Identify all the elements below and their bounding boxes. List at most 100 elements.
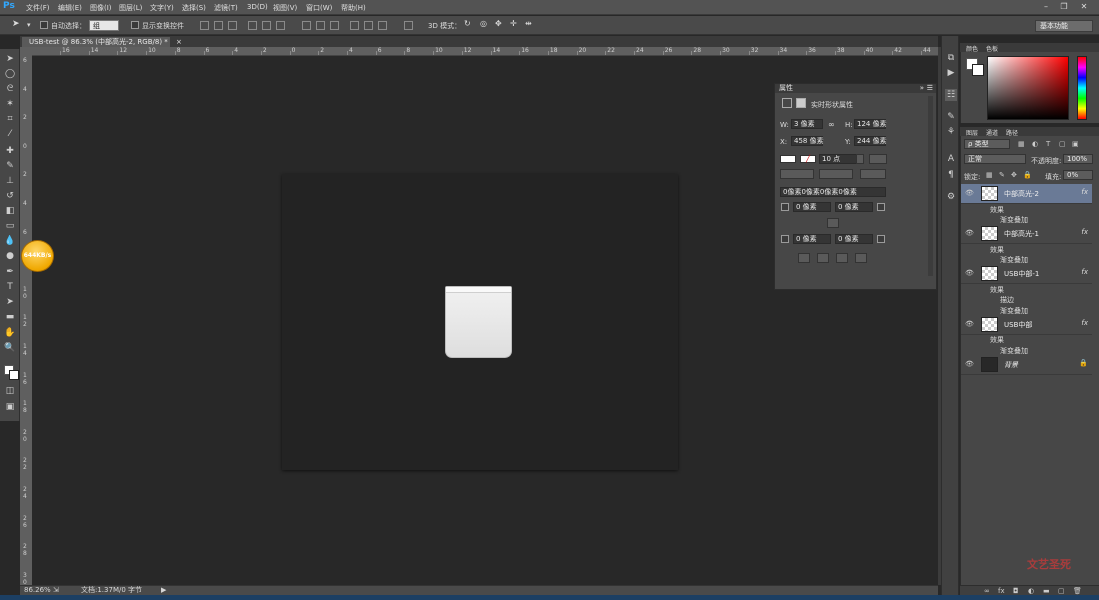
new-adjustment-icon[interactable]: ◐ [1028, 587, 1034, 595]
properties-panel-icon[interactable]: ☷ [945, 89, 957, 101]
layer-row[interactable]: 👁 USB中部-1 fx [961, 264, 1092, 284]
tab-layers[interactable]: 图层 [966, 128, 978, 137]
align-left-icon[interactable] [248, 21, 257, 30]
lock-position-icon[interactable]: ✥ [1011, 171, 1017, 179]
scale-3d-icon[interactable]: ⇹ [525, 19, 532, 28]
y-field[interactable]: 244 像素 [854, 136, 887, 146]
filter-smart-object-icon[interactable]: ▣ [1072, 140, 1079, 148]
tab-color[interactable]: 颜色 [966, 44, 978, 53]
radius-all-field[interactable]: 0像素0像素0像素0像素 [780, 187, 886, 197]
path-combine-icon[interactable] [798, 253, 810, 263]
move-tool-icon[interactable]: ➤ [12, 19, 20, 29]
stroke-width-field[interactable]: 10 点 [819, 154, 857, 164]
effect-item[interactable]: 描边 [1000, 295, 1014, 305]
type-tool-icon[interactable]: T [4, 281, 16, 293]
mask-props-icon[interactable] [796, 98, 806, 108]
align-vcenter-icon[interactable] [214, 21, 223, 30]
align-top-icon[interactable] [200, 21, 209, 30]
fill-field[interactable]: 0% [1063, 170, 1093, 180]
effects-label[interactable]: 效果 [990, 285, 1004, 295]
close-icon[interactable]: ✕ [1078, 2, 1090, 12]
add-mask-icon[interactable]: ◘ [1013, 587, 1019, 595]
menu-help[interactable]: 帮助(H) [341, 3, 366, 13]
visibility-eye-icon[interactable]: 👁 [965, 320, 974, 328]
hand-tool-icon[interactable]: ✋ [4, 327, 16, 339]
tab-swatches[interactable]: 色板 [986, 44, 998, 53]
quick-mask-icon[interactable]: ◫ [4, 385, 16, 397]
status-menu-icon[interactable]: ⇲ [53, 586, 59, 595]
path-exclude-icon[interactable] [855, 253, 867, 263]
stroke-color-swatch[interactable]: ╱ [800, 155, 816, 163]
distribute-bottom-icon[interactable] [330, 21, 339, 30]
width-field[interactable]: 3 像素 [791, 119, 823, 129]
close-tab-icon[interactable]: × [176, 38, 182, 46]
zoom-level[interactable]: 86.26% [24, 586, 51, 595]
crop-tool-icon[interactable]: ⌗ [4, 113, 16, 125]
rotate-3d-icon[interactable]: ↻ [464, 19, 471, 28]
menu-layer[interactable]: 图层(L) [119, 3, 142, 13]
layer-filter-dropdown[interactable]: ρ 类型 [964, 139, 1010, 149]
stroke-corners-dropdown[interactable] [860, 169, 886, 179]
menu-image[interactable]: 图像(I) [90, 3, 112, 13]
effects-label[interactable]: 效果 [990, 245, 1004, 255]
tab-channels[interactable]: 通道 [986, 128, 998, 137]
lock-transparent-icon[interactable]: ▦ [986, 171, 993, 179]
layer-row[interactable]: 👁 USB中部 fx [961, 315, 1092, 335]
drag-3d-icon[interactable]: ✥ [495, 19, 502, 28]
distribute-right-icon[interactable] [378, 21, 387, 30]
tab-paths[interactable]: 路径 [1006, 128, 1018, 137]
menu-select[interactable]: 选择(S) [182, 3, 206, 13]
menu-file[interactable]: 文件(F) [26, 3, 50, 13]
lock-all-icon[interactable]: 🔒 [1023, 171, 1032, 179]
collapse-panel-icon[interactable]: » [920, 84, 924, 93]
fx-icon[interactable]: fx [1081, 319, 1088, 327]
shape-tool-icon[interactable]: ▬ [4, 311, 16, 323]
menu-window[interactable]: 窗口(W) [306, 3, 332, 13]
properties-scrollbar[interactable] [928, 96, 933, 276]
stroke-type-dropdown[interactable] [869, 154, 887, 164]
stroke-caps-dropdown[interactable] [819, 169, 853, 179]
slide-3d-icon[interactable]: ✛ [510, 19, 517, 28]
layer-row[interactable]: 👁 背景 🔒 [961, 355, 1092, 375]
visibility-eye-icon[interactable]: 👁 [965, 269, 974, 277]
path-selection-tool-icon[interactable]: ➤ [4, 296, 16, 308]
radius-bl-field[interactable]: 0 像素 [793, 234, 831, 244]
magic-wand-tool-icon[interactable]: ✶ [4, 98, 16, 110]
paragraph-panel-icon[interactable]: ¶ [945, 169, 957, 181]
visibility-eye-icon[interactable]: 👁 [965, 229, 974, 237]
auto-align-icon[interactable] [404, 21, 413, 30]
fx-icon[interactable]: fx [1081, 268, 1088, 276]
align-right-icon[interactable] [276, 21, 285, 30]
align-bottom-icon[interactable] [228, 21, 237, 30]
color-picker-field[interactable] [987, 56, 1069, 120]
pen-tool-icon[interactable]: ✒ [4, 266, 16, 278]
eraser-tool-icon[interactable]: ◧ [4, 205, 16, 217]
filter-shape-icon[interactable]: ▢ [1059, 140, 1066, 148]
filter-type-icon[interactable]: T [1046, 140, 1050, 148]
new-layer-icon[interactable]: ▢ [1058, 587, 1065, 595]
filter-adjustment-icon[interactable]: ◐ [1032, 140, 1038, 148]
background-color-swatch[interactable] [9, 370, 19, 380]
character-panel-icon[interactable]: A [945, 153, 957, 165]
actions-panel-icon[interactable]: ▶ [945, 67, 957, 79]
hue-slider[interactable] [1077, 56, 1087, 120]
corner-tr-icon[interactable] [877, 203, 885, 211]
roll-3d-icon[interactable]: ◎ [480, 19, 487, 28]
gradient-tool-icon[interactable]: ▭ [4, 220, 16, 232]
blend-mode-dropdown[interactable]: 正常 [964, 154, 1026, 164]
menu-edit[interactable]: 编辑(E) [58, 3, 82, 13]
history-brush-tool-icon[interactable]: ↺ [4, 190, 16, 202]
menu-view[interactable]: 视图(V) [273, 3, 297, 13]
brush-presets-icon[interactable]: ⚘ [945, 126, 957, 138]
path-intersect-icon[interactable] [836, 253, 848, 263]
align-hcenter-icon[interactable] [262, 21, 271, 30]
workspace-dropdown[interactable]: 基本功能 [1035, 20, 1093, 32]
effects-label[interactable]: 效果 [990, 205, 1004, 215]
distribute-left-icon[interactable] [350, 21, 359, 30]
layer-row[interactable]: 👁 中部高光-2 fx [961, 184, 1092, 204]
layer-name[interactable]: USB中部-1 [1004, 269, 1039, 279]
link-radius-icon[interactable] [827, 218, 839, 228]
fx-icon[interactable]: fx [1081, 228, 1088, 236]
distribute-hcenter-icon[interactable] [364, 21, 373, 30]
corner-tl-icon[interactable] [781, 203, 789, 211]
